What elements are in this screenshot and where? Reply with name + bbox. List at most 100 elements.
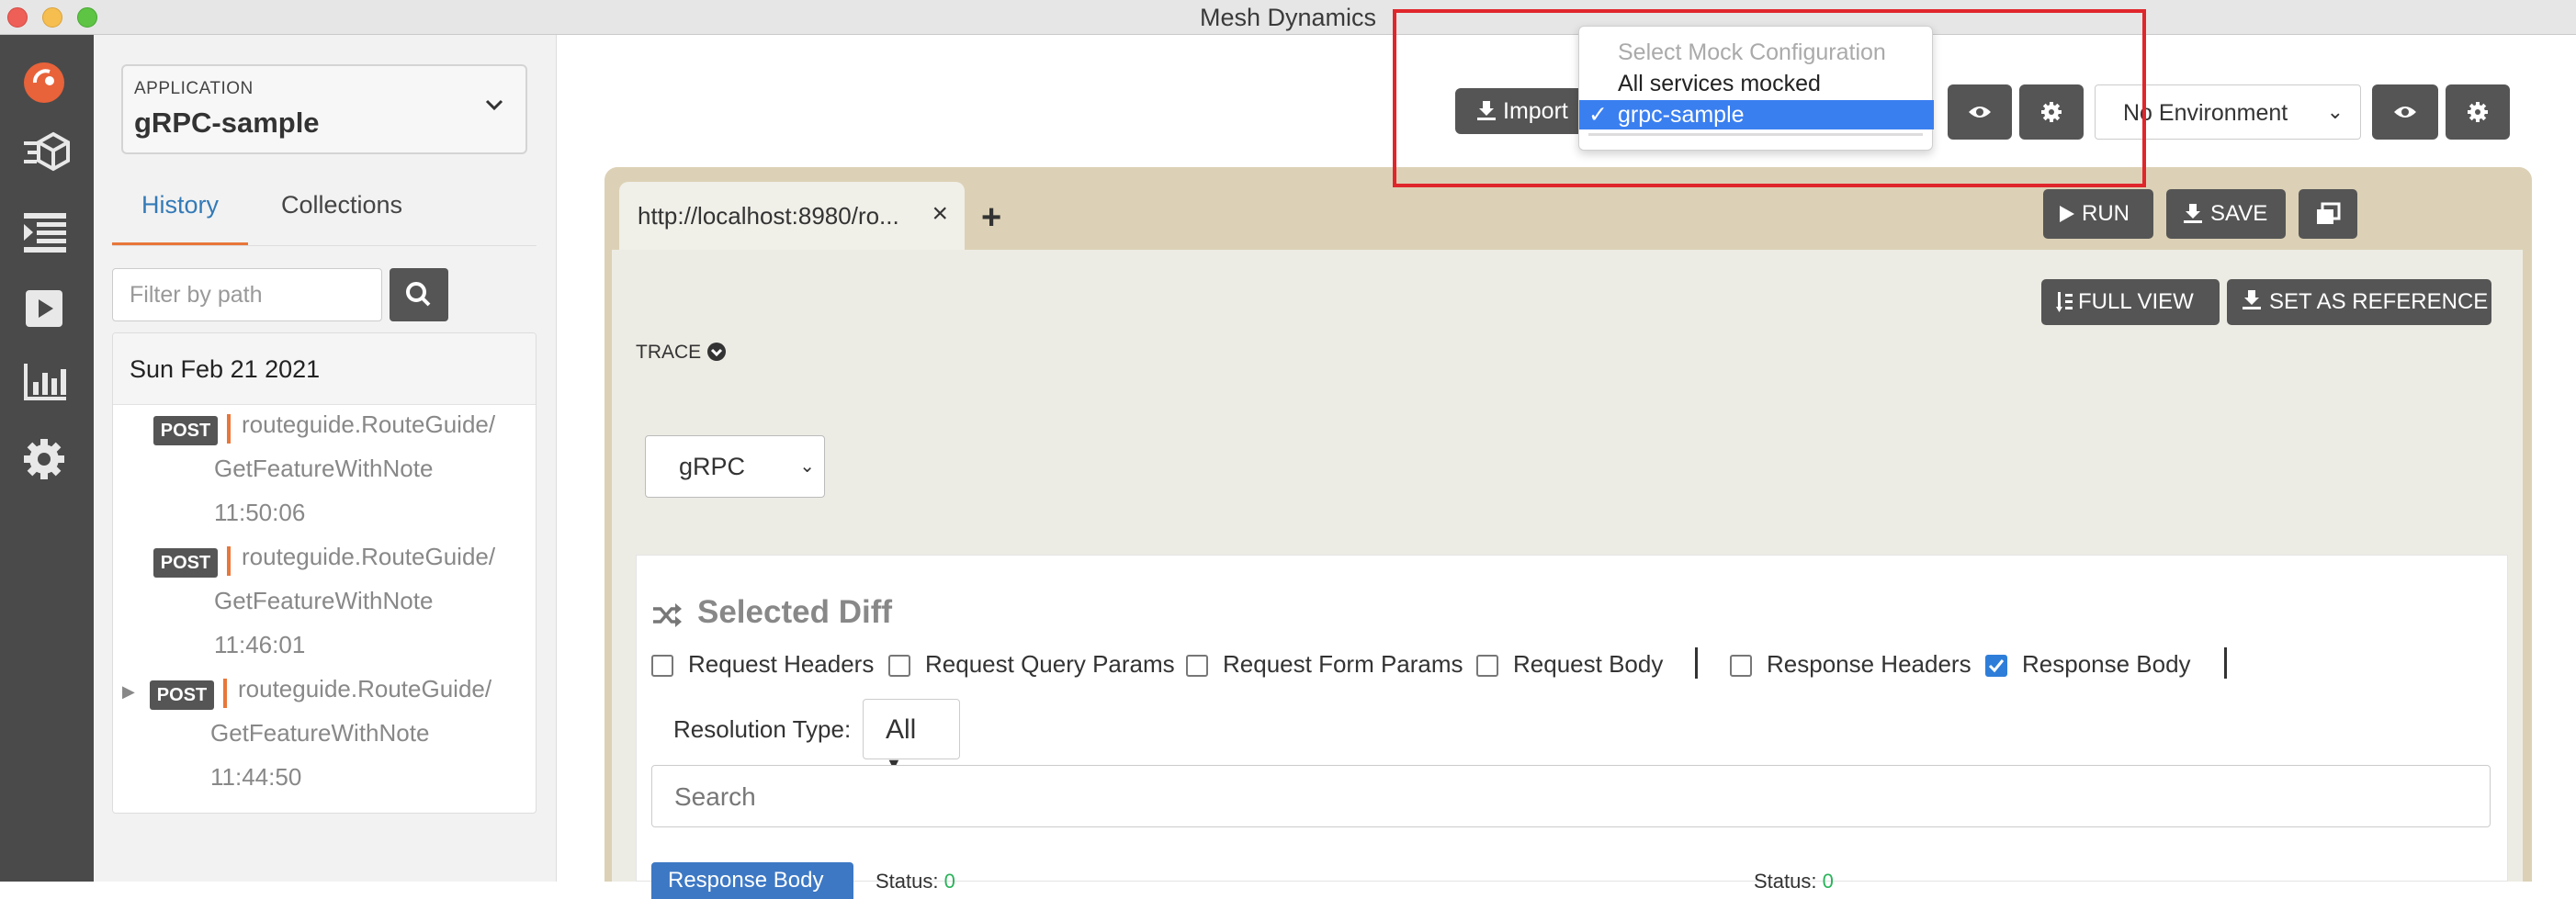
settings-gear-icon[interactable] <box>20 433 72 485</box>
history-item[interactable]: ▶ POST routeguide.RouteGuide/ GetFeature… <box>113 669 536 798</box>
history-item[interactable]: POST routeguide.RouteGuide/ GetFeatureWi… <box>113 405 536 534</box>
protocol-value: gRPC <box>679 453 746 480</box>
diff-search-input[interactable]: Search <box>651 765 2491 827</box>
mock-config-option-label: grpc-sample <box>1618 102 1745 128</box>
import-label: Import <box>1503 98 1568 124</box>
request-headers-checkbox[interactable] <box>651 655 673 677</box>
resolution-type-label: Resolution Type: <box>673 715 852 743</box>
application-select[interactable]: APPLICATION gRPC-sample <box>121 64 527 154</box>
request-tab[interactable]: http://localhost:8980/ro... × <box>619 182 965 253</box>
history-item-path: GetFeatureWithNote <box>214 455 434 482</box>
import-icon <box>2243 290 2261 309</box>
trace-toggle[interactable]: TRACE <box>636 342 727 364</box>
request-query-params-checkbox[interactable] <box>888 655 910 677</box>
selected-diff-panel: Selected Diff Request Headers Request Qu… <box>636 555 2508 899</box>
environment-select[interactable]: No Environment ⌄ <box>2095 84 2361 140</box>
history-item-path: GetFeatureWithNote <box>214 587 434 614</box>
sort-icon <box>2056 292 2073 312</box>
history-item-path: GetFeatureWithNote <box>210 719 430 747</box>
main-content: Import Select Mock Configuration All ser… <box>557 9 2576 899</box>
mock-config-placeholder: Select Mock Configuration <box>1618 39 1886 65</box>
response-body-checkbox[interactable] <box>1985 655 2007 677</box>
mock-config-settings-button[interactable] <box>2019 84 2084 140</box>
response-body-label: Response Body <box>2022 650 2191 678</box>
method-badge: POST <box>153 416 218 445</box>
chevron-down-icon: ⌄ <box>2326 100 2344 123</box>
mesh-dynamics-logo-icon[interactable] <box>20 55 72 107</box>
expand-caret-icon[interactable]: ▶ <box>122 682 135 702</box>
tabs-divider <box>112 245 537 246</box>
request-body-label: Request Body <box>1513 650 1664 678</box>
request-form-params-checkbox[interactable] <box>1186 655 1208 677</box>
request-form-params-label: Request Form Params <box>1223 650 1463 678</box>
import-button[interactable]: Import <box>1455 88 1584 134</box>
method-badge: POST <box>150 680 214 710</box>
search-button[interactable] <box>390 268 448 321</box>
history-item-marker <box>223 679 227 708</box>
application-label: APPLICATION <box>134 79 254 98</box>
eye-icon <box>2394 107 2416 118</box>
full-view-label: FULL VIEW <box>2078 289 2194 314</box>
request-body-checkbox[interactable] <box>1476 655 1498 677</box>
filter-separator <box>1695 647 1698 679</box>
run-label: RUN <box>2082 201 2130 226</box>
view-mock-config-button[interactable] <box>1948 84 2012 140</box>
run-button[interactable]: RUN <box>2043 189 2153 239</box>
view-environment-button[interactable] <box>2372 84 2438 140</box>
duplicate-button[interactable] <box>2299 189 2357 239</box>
window-title: Mesh Dynamics <box>1199 4 1377 31</box>
play-icon[interactable] <box>20 283 72 334</box>
history-item[interactable]: POST routeguide.RouteGuide/ GetFeatureWi… <box>113 537 536 666</box>
mock-configuration-dropdown[interactable]: Select Mock Configuration All services m… <box>1578 26 1934 151</box>
window-title-bar: Mesh Dynamics <box>0 0 2576 35</box>
mock-config-option[interactable]: All services mocked <box>1579 69 1934 98</box>
shuffle-icon <box>653 603 682 627</box>
analytics-chart-icon[interactable] <box>20 356 72 408</box>
collections-list-icon[interactable] <box>20 206 72 257</box>
selected-diff-title: Selected Diff <box>697 594 892 630</box>
request-headers-label: Request Headers <box>688 650 875 678</box>
protocol-select[interactable]: gRPC ⌄ <box>645 435 825 498</box>
status-left: Status: 0 <box>876 870 955 893</box>
history-date-header: Sun Feb 21 2021 <box>113 333 536 405</box>
history-item-marker <box>227 414 231 444</box>
checkmark-icon: ✓ <box>1588 102 1608 128</box>
history-item-path: routeguide.RouteGuide/ <box>238 675 492 702</box>
application-value: gRPC-sample <box>134 107 320 139</box>
history-item-path: routeguide.RouteGuide/ <box>242 410 496 438</box>
request-tab-url: http://localhost:8980/ro... <box>638 202 899 230</box>
close-icon[interactable]: × <box>932 198 948 230</box>
gear-icon <box>2468 102 2488 122</box>
eye-icon <box>1969 107 1991 118</box>
services-icon[interactable] <box>20 127 72 178</box>
resolution-type-select[interactable]: All ▼ <box>863 699 960 773</box>
app-nav-rail <box>0 35 94 882</box>
chevron-circle-down-icon <box>707 343 727 361</box>
history-item-time: 11:46:01 <box>214 631 306 658</box>
full-view-button[interactable]: FULL VIEW <box>2041 279 2220 325</box>
response-headers-checkbox[interactable] <box>1730 655 1752 677</box>
save-button[interactable]: SAVE <box>2166 189 2286 239</box>
tab-collections[interactable]: Collections <box>281 191 402 219</box>
history-item-time: 11:44:50 <box>210 763 302 791</box>
checkmark-icon <box>1988 659 2005 673</box>
response-body-chip[interactable]: Response Body <box>651 862 853 899</box>
response-headers-label: Response Headers <box>1767 650 1972 678</box>
chevron-down-icon: ⌄ <box>799 456 815 477</box>
method-badge: POST <box>153 548 218 578</box>
resolution-type-value: All <box>886 714 917 745</box>
environment-settings-button[interactable] <box>2446 84 2510 140</box>
copy-icon <box>2317 202 2341 224</box>
save-label: SAVE <box>2210 201 2268 226</box>
set-as-reference-button[interactable]: SET AS REFERENCE <box>2227 279 2491 325</box>
status-right: Status: 0 <box>1754 870 1834 893</box>
tab-history[interactable]: History <box>141 191 219 219</box>
filter-separator <box>2224 647 2227 679</box>
mock-config-option-selected[interactable]: ✓ grpc-sample <box>1579 100 1934 129</box>
trace-label: TRACE <box>636 342 702 363</box>
filter-by-path-input[interactable]: Filter by path <box>112 268 382 321</box>
chevron-down-icon <box>485 94 503 118</box>
sidebar: APPLICATION gRPC-sample History Collecti… <box>94 35 557 882</box>
history-item-time: 11:50:06 <box>214 499 306 526</box>
add-tab-button[interactable]: + <box>981 198 1001 238</box>
